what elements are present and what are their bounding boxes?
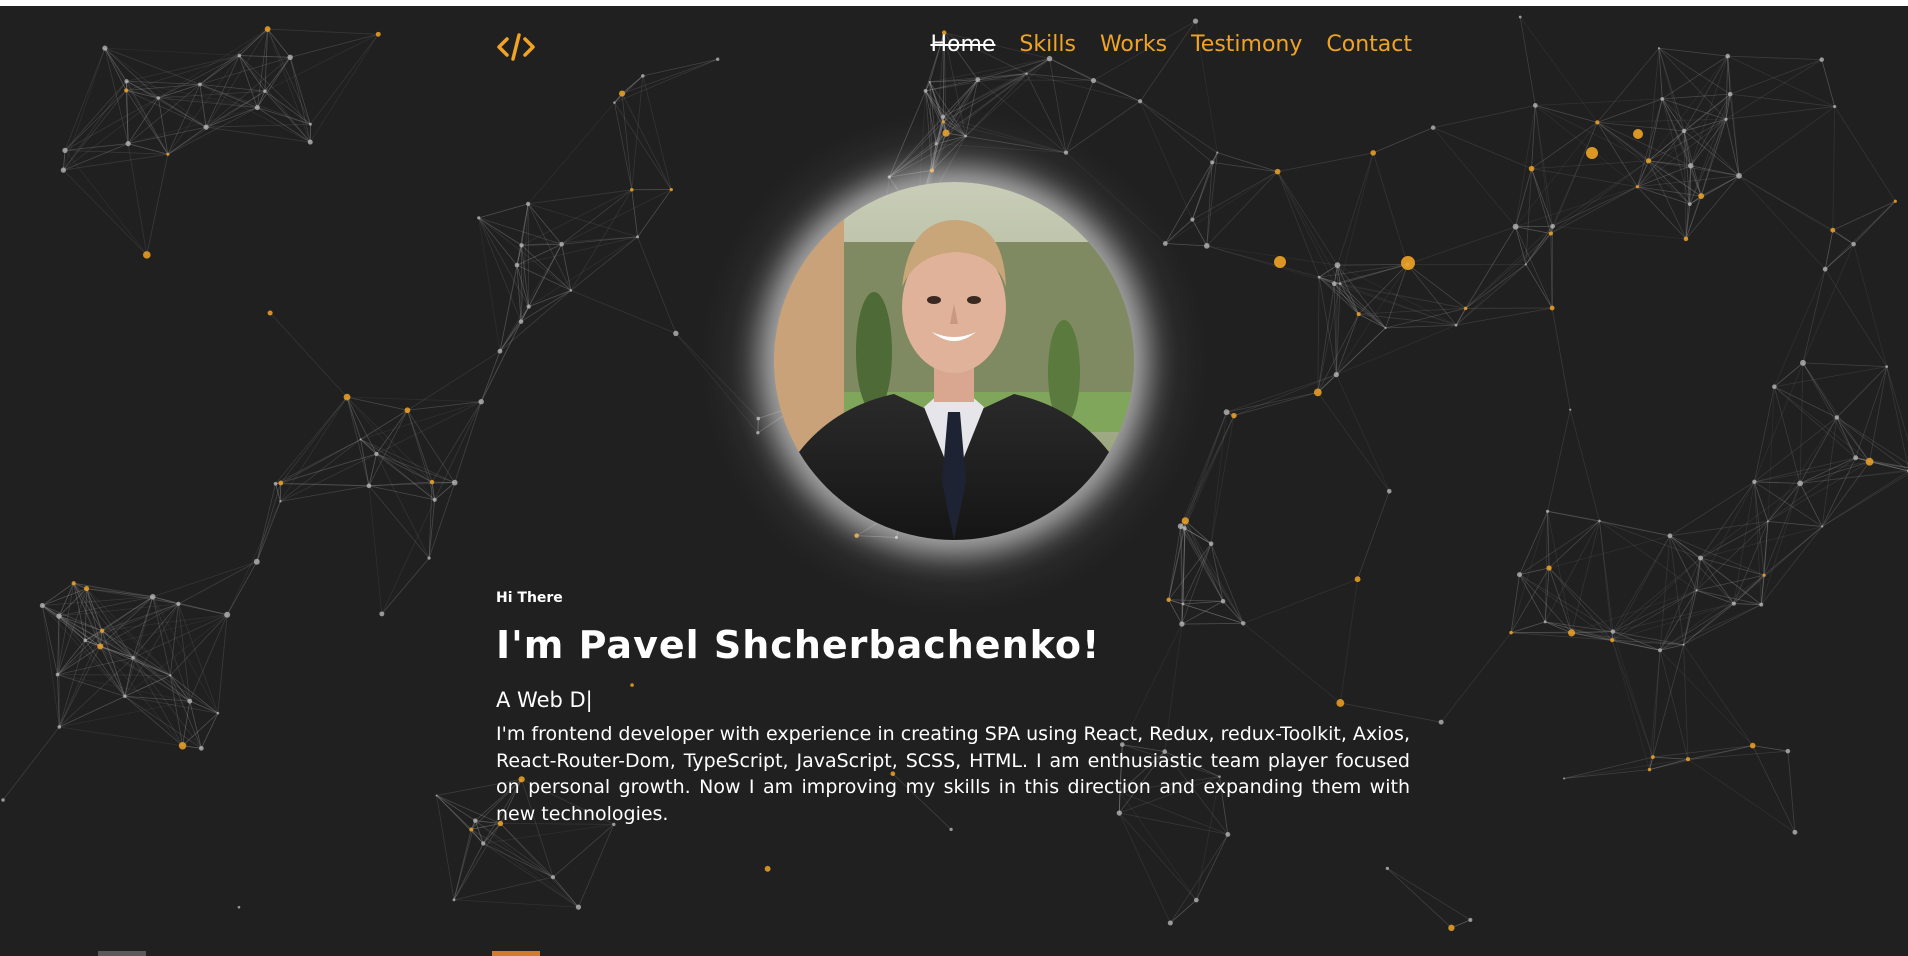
nav-link-home[interactable]: Home xyxy=(930,30,995,60)
nav-link-testimony[interactable]: Testimony xyxy=(1191,30,1302,60)
nav-link-contact[interactable]: Contact xyxy=(1326,30,1412,60)
bio-paragraph: I'm frontend developer with experience i… xyxy=(496,723,1410,825)
nav-link-works[interactable]: Works xyxy=(1100,30,1167,60)
hero-headline: I'm Pavel Shcherbachenko! xyxy=(496,623,1101,667)
scroll-indicator-accent xyxy=(492,951,540,956)
profile-photo xyxy=(774,182,1134,540)
nav-links: Home Skills Works Testimony Contact xyxy=(930,30,1412,60)
scroll-indicator-gray xyxy=(98,951,146,956)
navbar: Home Skills Works Testimony Contact xyxy=(0,6,1908,78)
typed-role-text: A Web D| xyxy=(496,688,593,712)
hero-section: Hi There I'm Pavel Shcherbachenko! A Web… xyxy=(496,588,1410,827)
greeting-text: Hi There xyxy=(496,590,563,606)
logo-code-icon[interactable] xyxy=(495,28,537,66)
nav-link-skills[interactable]: Skills xyxy=(1019,30,1076,60)
